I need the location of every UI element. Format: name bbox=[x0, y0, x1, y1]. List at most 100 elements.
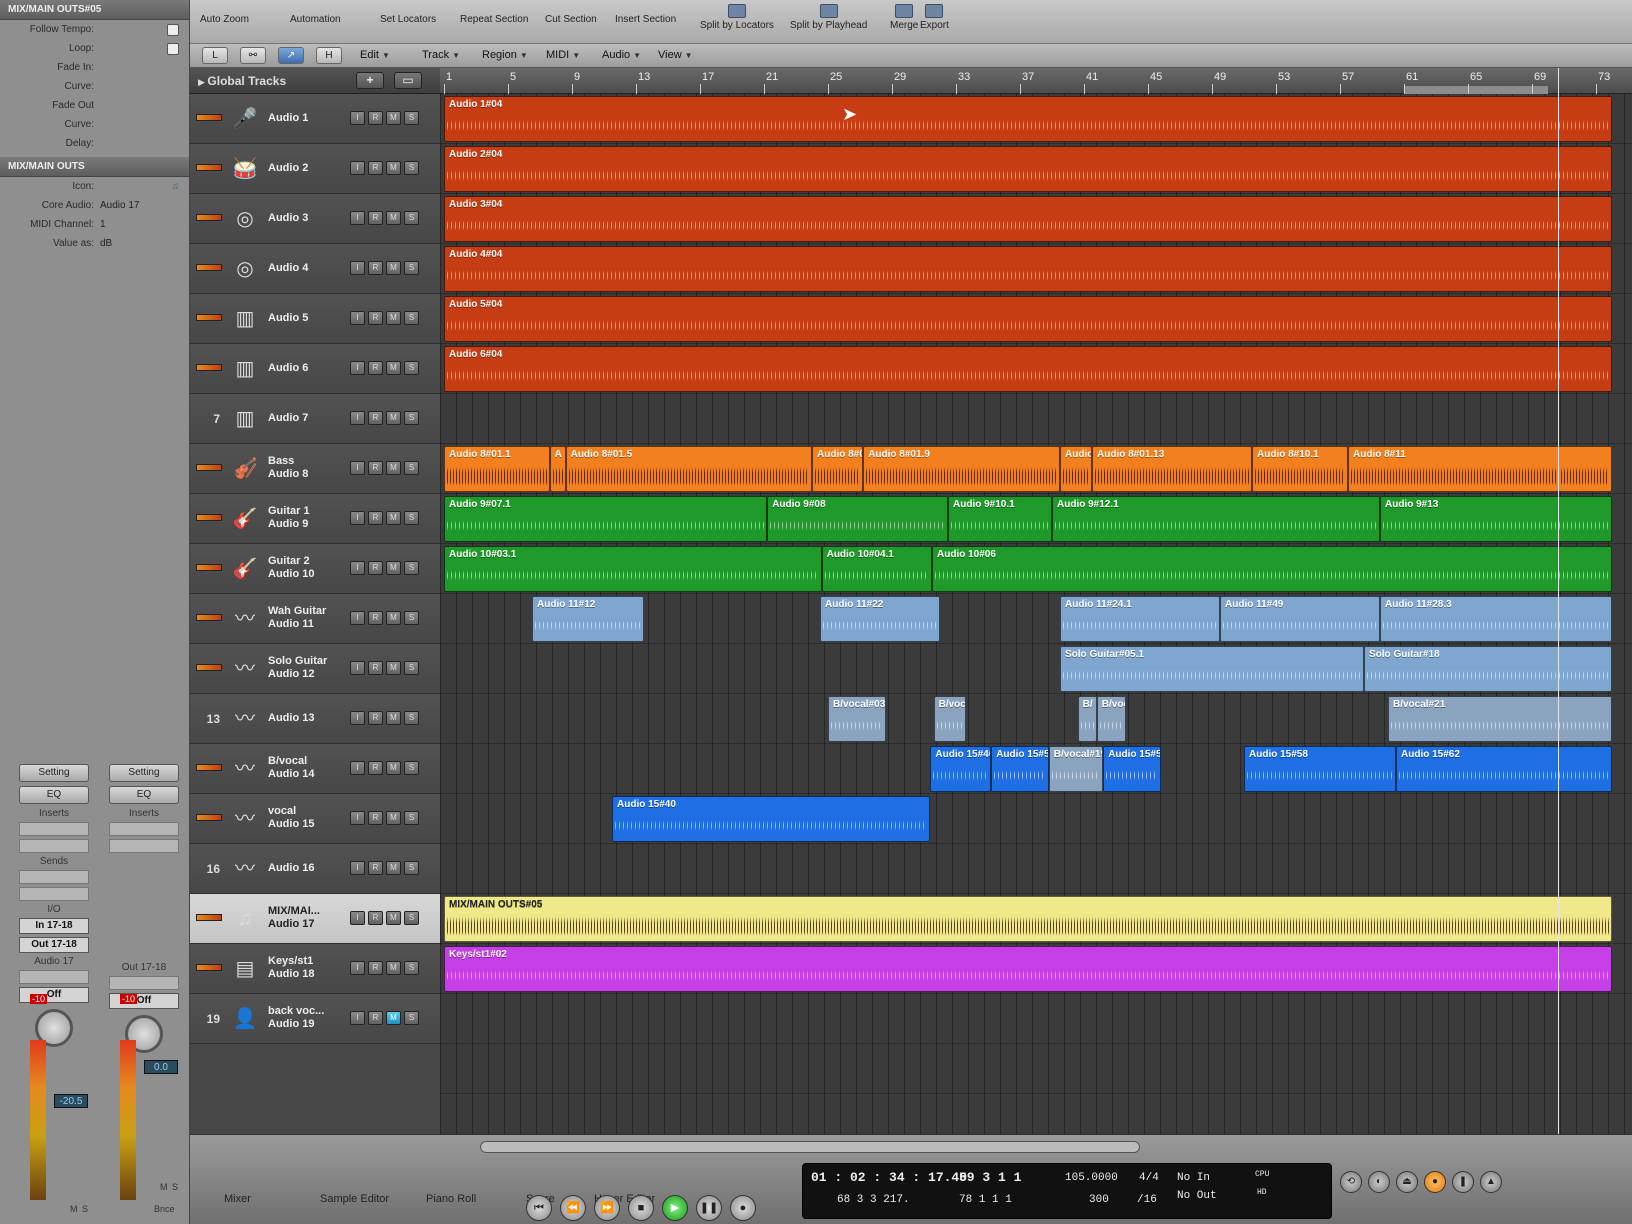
input-monitor-button[interactable]: I bbox=[350, 861, 365, 875]
add-track-button[interactable]: + bbox=[356, 72, 384, 89]
track-param-row[interactable]: Value as: dB bbox=[0, 234, 189, 253]
input-monitor-button[interactable]: I bbox=[350, 311, 365, 325]
menu-region[interactable]: Region ▼ bbox=[482, 49, 528, 61]
track-name[interactable]: vocal Audio 15 bbox=[268, 805, 358, 831]
send-slot[interactable] bbox=[19, 870, 89, 884]
toolbar-button-cut-section[interactable]: Cut Section bbox=[545, 4, 597, 25]
stop-button[interactable]: ■ bbox=[628, 1195, 654, 1221]
audio-region[interactable]: Audio 8#01.9 bbox=[863, 446, 1060, 492]
toolbar-button-set-locators[interactable]: Set Locators bbox=[380, 4, 436, 25]
audio-region[interactable]: Audio 10#06 bbox=[932, 546, 1612, 592]
input-monitor-button[interactable]: I bbox=[350, 661, 365, 675]
input-monitor-button[interactable]: I bbox=[350, 911, 365, 925]
track-header[interactable]: 〰 Wah Guitar Audio 11 I R M S bbox=[190, 594, 440, 644]
insert-slot[interactable] bbox=[19, 839, 89, 853]
microphone-icon[interactable]: 🎤 bbox=[230, 104, 260, 134]
audio-region[interactable]: Audio 9#12.1 bbox=[1052, 496, 1380, 542]
param-value[interactable]: Audio 17 bbox=[100, 200, 179, 211]
solo-button[interactable]: S bbox=[404, 311, 419, 325]
input-monitor-button[interactable]: I bbox=[350, 461, 365, 475]
track-name[interactable]: MIX/MAI... Audio 17 bbox=[268, 905, 358, 931]
track-name[interactable]: Audio 3 bbox=[268, 212, 358, 225]
audio-region[interactable]: B/ bbox=[1077, 696, 1097, 742]
region-param-row[interactable]: Fade Out bbox=[0, 96, 189, 115]
insert-slot[interactable] bbox=[109, 839, 179, 853]
track-name[interactable]: Audio 4 bbox=[268, 262, 358, 275]
mute-button[interactable]: M bbox=[386, 561, 401, 575]
setting-button[interactable]: Setting bbox=[19, 764, 89, 782]
menu-track[interactable]: Track ▼ bbox=[422, 49, 460, 61]
track-header[interactable]: ▥ Audio 6 IRMS bbox=[190, 344, 440, 394]
audio-region[interactable]: Audio 2#04 bbox=[444, 146, 1612, 192]
snare-drum-icon[interactable]: 🥁 bbox=[230, 154, 260, 184]
solo-button[interactable]: S bbox=[404, 861, 419, 875]
insert-slot[interactable] bbox=[19, 822, 89, 836]
toolbar-button-split-by-locators[interactable]: Split by Locators bbox=[700, 4, 774, 31]
track-header[interactable]: 16 〰 Audio 16 I R M S bbox=[190, 844, 440, 894]
record-enable-button[interactable]: R bbox=[368, 611, 383, 625]
solo-button[interactable]: S bbox=[404, 111, 419, 125]
sync-button[interactable]: ❚ bbox=[1452, 1171, 1474, 1193]
track-name[interactable]: Audio 6 bbox=[268, 362, 358, 375]
metronome-button[interactable]: ▲ bbox=[1480, 1171, 1502, 1193]
menu-audio[interactable]: Audio ▼ bbox=[602, 49, 641, 61]
track-name[interactable]: Audio 1 bbox=[268, 112, 358, 125]
input-select[interactable]: In 17-18 bbox=[19, 918, 89, 934]
track-header[interactable]: 13 〰 Audio 13 I R M S bbox=[190, 694, 440, 744]
mute-button[interactable]: M bbox=[386, 611, 401, 625]
playhead[interactable] bbox=[1558, 68, 1559, 1134]
toolbar-button-repeat-section[interactable]: Repeat Section bbox=[460, 4, 528, 25]
solo-mode-button[interactable]: ● bbox=[1424, 1171, 1446, 1193]
cymbal-icon[interactable]: ◎ bbox=[230, 254, 260, 284]
record-enable-button[interactable]: R bbox=[368, 511, 383, 525]
toolbar-button-insert-section[interactable]: Insert Section bbox=[615, 4, 676, 25]
record-enable-button[interactable]: R bbox=[368, 411, 383, 425]
tool-button[interactable]: L bbox=[202, 47, 228, 64]
input-monitor-button[interactable]: I bbox=[350, 161, 365, 175]
track-name[interactable]: Audio 13 bbox=[268, 712, 358, 725]
insert-slot[interactable] bbox=[109, 822, 179, 836]
audio-region[interactable]: Audio 15#5 bbox=[991, 746, 1049, 792]
solo-button[interactable]: S bbox=[404, 461, 419, 475]
rewind-button[interactable]: ⏪ bbox=[560, 1195, 586, 1221]
cymbal-icon[interactable]: ◎ bbox=[230, 204, 260, 234]
keyboard-icon[interactable]: ▤ bbox=[230, 954, 260, 984]
record-enable-button[interactable]: R bbox=[368, 111, 383, 125]
audio-region[interactable]: Solo Guitar#05.1 bbox=[1060, 646, 1364, 692]
electric-guitar-icon[interactable]: 🎸 bbox=[230, 554, 260, 584]
input-monitor-button[interactable]: I bbox=[350, 811, 365, 825]
solo-button[interactable]: S bbox=[404, 561, 419, 575]
play-button[interactable]: ▶ bbox=[662, 1195, 688, 1221]
input-monitor-button[interactable]: I bbox=[350, 411, 365, 425]
eq-button[interactable]: EQ bbox=[109, 786, 179, 804]
menu-view[interactable]: View ▼ bbox=[658, 49, 693, 61]
audio-region[interactable]: Audio 8#11 bbox=[1348, 446, 1612, 492]
track-name[interactable]: Solo Guitar Audio 12 bbox=[268, 655, 358, 681]
record-enable-button[interactable]: R bbox=[368, 811, 383, 825]
arrange-area[interactable]: 1 5 9 13 17 21 25 29 33 37 41 45 49 53 57 61 65 69 73 Audi… bbox=[440, 68, 1632, 1134]
solo-button[interactable]: S bbox=[404, 261, 419, 275]
mute-button[interactable]: M bbox=[386, 1011, 401, 1025]
waveform-icon[interactable]: 〰 bbox=[230, 704, 260, 734]
violin-icon[interactable]: 🎻 bbox=[230, 454, 260, 484]
tom-drums-icon[interactable]: ▥ bbox=[230, 304, 260, 334]
tool-button[interactable]: ↗ bbox=[278, 47, 304, 64]
track-header[interactable]: 19 👤 back voc... Audio 19 I R M S bbox=[190, 994, 440, 1044]
audio-region[interactable]: MIX/MAIN OUTS#05 bbox=[444, 896, 1612, 942]
waveform-icon[interactable]: 〰 bbox=[230, 854, 260, 884]
region-param-row[interactable]: Curve: bbox=[0, 115, 189, 134]
audio-region[interactable]: Audio 8#0 bbox=[812, 446, 864, 492]
track-name[interactable]: Guitar 2 Audio 10 bbox=[268, 555, 358, 581]
mute-button[interactable]: M bbox=[70, 1204, 78, 1214]
track-name[interactable]: Audio 2 bbox=[268, 162, 358, 175]
track-header[interactable]: ◎ Audio 3 IRMS bbox=[190, 194, 440, 244]
toolbar-button-export[interactable]: Export bbox=[920, 4, 949, 31]
solo-button[interactable]: S bbox=[404, 211, 419, 225]
track-header[interactable]: ▤ Keys/st1 Audio 18 I R M S bbox=[190, 944, 440, 994]
waveform-icon[interactable]: 〰 bbox=[230, 754, 260, 784]
track-header[interactable]: 🎸 Guitar 1 Audio 9IRMS bbox=[190, 494, 440, 544]
track-header[interactable]: 〰 B/vocal Audio 14 I R M S bbox=[190, 744, 440, 794]
audio-region[interactable]: Audio 9#13 bbox=[1380, 496, 1612, 542]
audio-region[interactable]: Audio 8#01.5 bbox=[565, 446, 812, 492]
solo-button[interactable]: S bbox=[404, 961, 419, 975]
